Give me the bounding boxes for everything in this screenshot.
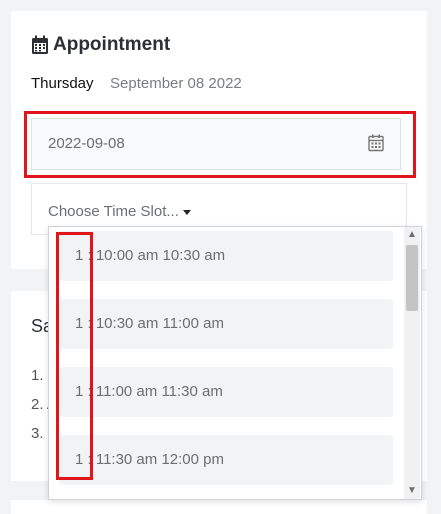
chevron-down-icon[interactable]: ▼ xyxy=(407,486,417,496)
calendar-icon[interactable] xyxy=(368,134,384,152)
appointment-header: Appointment xyxy=(31,34,170,56)
time-slot-option[interactable]: 1 : 10:00 am 10:30 am xyxy=(59,231,393,281)
calendar-icon xyxy=(32,35,48,54)
scrollbar-thumb[interactable] xyxy=(406,245,418,311)
appointment-day: Thursday xyxy=(31,75,94,92)
caret-down-icon xyxy=(182,209,191,215)
time-slot-option[interactable]: 1 : 10:30 am 11:00 am xyxy=(59,299,393,349)
time-slot-select-label: Choose Time Slot... xyxy=(48,203,191,220)
date-input[interactable]: 2022-09-08 xyxy=(31,118,401,170)
dropdown-scrollbar[interactable]: ▲ ▼ xyxy=(404,227,420,499)
page-title: Appointment xyxy=(53,34,171,55)
time-slot-option[interactable]: 1 : 11:00 am 11:30 am xyxy=(59,367,393,417)
appointment-date-text: September 08 2022 xyxy=(110,75,242,92)
time-slot-option[interactable]: 1 : 11:30 am 12:00 pm xyxy=(59,435,393,485)
next-card xyxy=(11,500,427,514)
date-input-value: 2022-09-08 xyxy=(48,135,125,152)
time-slot-dropdown[interactable]: 1 : 10:00 am 10:30 am 1 : 10:30 am 11:00… xyxy=(48,226,422,500)
chevron-up-icon[interactable]: ▲ xyxy=(407,230,417,240)
